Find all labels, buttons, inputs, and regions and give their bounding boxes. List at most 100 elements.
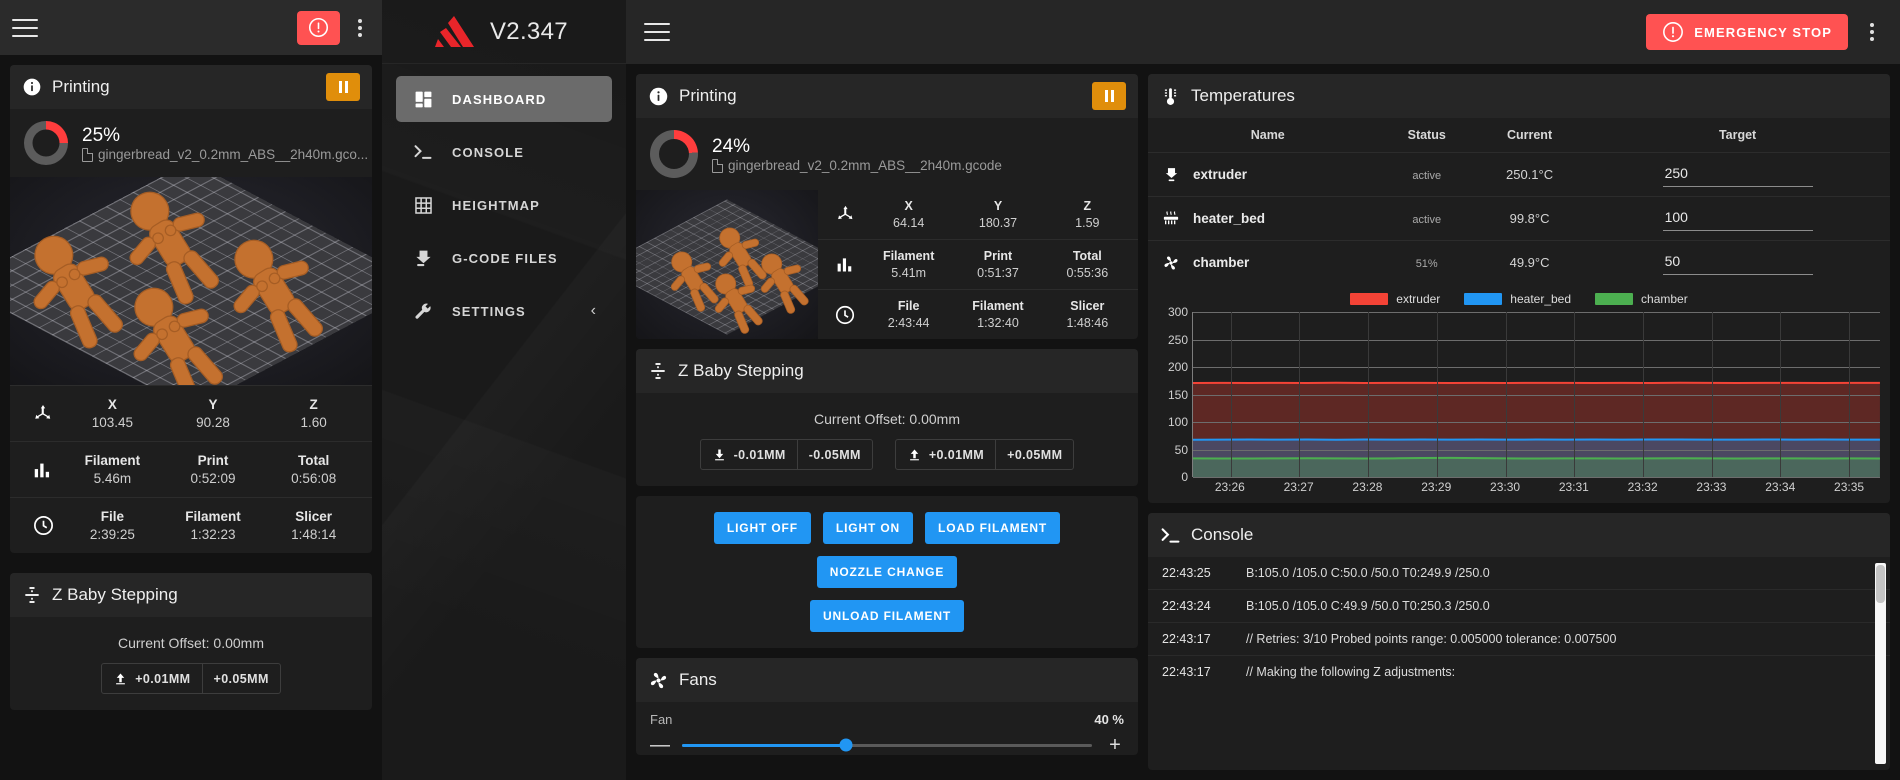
zbaby-card: Z Baby Stepping Current Offset: 0.00mm -… bbox=[636, 349, 1138, 486]
fans-header: Fans bbox=[636, 658, 1138, 702]
console-time: 22:43:17 bbox=[1162, 632, 1211, 646]
light-off-button[interactable]: LIGHT OFF bbox=[713, 512, 811, 544]
chart-gridline bbox=[1193, 422, 1880, 423]
sidebar-item-label: DASHBOARD bbox=[452, 91, 547, 107]
sidebar-item-gcode-files[interactable]: G-CODE FILES bbox=[396, 235, 612, 281]
temp-name-cell: heater_bed bbox=[1162, 210, 1373, 228]
console-output[interactable]: 22:43:25 B:105.0 /105.0 C:50.0 /50.0 T0:… bbox=[1148, 557, 1890, 770]
macro-row-1: LIGHT OFF LIGHT ON LOAD FILAMENT NOZZLE … bbox=[648, 512, 1126, 588]
chart-gridline bbox=[1193, 367, 1880, 368]
fan-slider-knob[interactable] bbox=[839, 738, 853, 752]
console-message: // Making the following Z adjustments: bbox=[1246, 665, 1456, 679]
stat-value: 1:48:46 bbox=[1066, 316, 1109, 330]
stat-value: 1:32:23 bbox=[190, 527, 236, 542]
stat-label: Total bbox=[298, 453, 330, 468]
z-up-001-label: +0.01MM bbox=[928, 447, 985, 462]
mobile-printing-header: Printing bbox=[10, 65, 372, 109]
stat-label: Total bbox=[1072, 249, 1102, 263]
chart-x-tick: 23:35 bbox=[1834, 480, 1865, 494]
load-filament-button[interactable]: LOAD FILAMENT bbox=[925, 512, 1061, 544]
heater-bed-target-input[interactable] bbox=[1662, 206, 1813, 231]
console-message: B:105.0 /105.0 C:49.9 /50.0 T0:250.3 /25… bbox=[1246, 599, 1490, 613]
chevron-left-icon[interactable]: ‹ bbox=[591, 302, 596, 320]
emergency-stop-button-mobile[interactable] bbox=[297, 10, 340, 45]
printing-card: Printing 24% gingerbread_v2_0.2mm_ABS__2… bbox=[636, 74, 1138, 339]
stat-label: Z bbox=[309, 397, 318, 412]
sidebar-item-settings[interactable]: SETTINGS ‹ bbox=[396, 288, 612, 334]
temperatures-card: Temperatures Name Status Current Target bbox=[1148, 74, 1890, 503]
kebab-menu-icon[interactable] bbox=[1862, 19, 1882, 45]
pause-button-mobile[interactable] bbox=[326, 73, 360, 101]
file-icon bbox=[82, 147, 93, 162]
chart-gridline bbox=[1193, 394, 1880, 396]
gcode-viewer-mobile[interactable] bbox=[10, 177, 372, 385]
console-header: Console bbox=[1148, 513, 1890, 557]
fan-slider-track[interactable] bbox=[682, 738, 1092, 752]
filename: gingerbread_v2_0.2mm_ABS__2h40m.gcode bbox=[728, 158, 1002, 174]
nozzle-change-button[interactable]: NOZZLE CHANGE bbox=[816, 556, 958, 588]
stat-value: 0:51:37 bbox=[977, 266, 1019, 280]
z-down-001-button[interactable]: -0.01MM bbox=[701, 440, 797, 469]
chart-grid bbox=[1192, 312, 1880, 478]
sidebar-item-label: G-CODE FILES bbox=[452, 250, 558, 266]
console-scrollbar-thumb[interactable] bbox=[1876, 565, 1885, 603]
brand-header: V2.347 bbox=[382, 0, 626, 64]
chamber-target-input[interactable] bbox=[1662, 250, 1813, 275]
legend-swatch bbox=[1464, 293, 1503, 305]
temperatures-header: Temperatures bbox=[1148, 74, 1890, 118]
chart-vertical-gridline bbox=[1505, 312, 1507, 477]
chart-x-tick: 23:34 bbox=[1765, 480, 1796, 494]
chart-bar-icon bbox=[24, 459, 62, 481]
clock-icon bbox=[24, 514, 62, 537]
hamburger-icon[interactable] bbox=[12, 18, 38, 37]
plus-icon[interactable]: + bbox=[1106, 735, 1124, 755]
chart-legend: extruder heater_bed chamber bbox=[1158, 292, 1880, 306]
light-on-button[interactable]: LIGHT ON bbox=[822, 512, 914, 544]
z-down-001-label: -0.01MM bbox=[733, 447, 786, 462]
console-time: 22:43:25 bbox=[1162, 566, 1211, 580]
z-up-001-button[interactable]: +0.01MM bbox=[102, 664, 201, 693]
console-message: B:105.0 /105.0 C:50.0 /50.0 T0:249.9 /25… bbox=[1246, 566, 1490, 580]
sidebar-item-heightmap[interactable]: HEIGHTMAP bbox=[396, 182, 612, 228]
table-row: File 2:39:25 Filament 1:32:23 Slicer 1:48:1… bbox=[10, 497, 372, 553]
console-scrollbar[interactable] bbox=[1875, 563, 1886, 764]
legend-chamber[interactable]: chamber bbox=[1595, 292, 1688, 306]
temp-name-cell: chamber bbox=[1162, 254, 1373, 272]
chart-plot: 0 50 100 150 200 250 300 bbox=[1158, 305, 1880, 484]
mobile-offset-text: Current Offset: 0.00mm bbox=[117, 635, 264, 651]
z-up-005-button[interactable]: +0.05MM bbox=[995, 440, 1073, 469]
unload-filament-button[interactable]: UNLOAD FILAMENT bbox=[809, 600, 965, 632]
arrow-up-icon bbox=[116, 673, 126, 685]
hamburger-icon[interactable] bbox=[644, 23, 670, 41]
legend-heater-bed[interactable]: heater_bed bbox=[1464, 292, 1571, 306]
stat-cell: File 2:43:44 bbox=[864, 299, 953, 330]
legend-extruder[interactable]: extruder bbox=[1350, 292, 1440, 306]
stat-label: Slicer bbox=[295, 509, 333, 524]
z-down-005-button[interactable]: -0.05MM bbox=[796, 440, 872, 469]
z-up-001-button[interactable]: +0.01MM bbox=[896, 440, 995, 469]
sidebar-item-dashboard[interactable]: DASHBOARD bbox=[396, 76, 612, 122]
stat-value: 1.60 bbox=[300, 415, 327, 430]
fan-name: Fan bbox=[650, 712, 673, 727]
bed-heater-icon bbox=[1162, 210, 1180, 228]
sidebar-item-label: SETTINGS bbox=[452, 303, 526, 319]
fan-slider[interactable]: — + bbox=[650, 735, 1124, 755]
sidebar-item-console[interactable]: CONSOLE bbox=[396, 129, 612, 175]
arrow-down-icon bbox=[714, 449, 724, 461]
pause-button[interactable] bbox=[1092, 82, 1126, 110]
version-label: V2.347 bbox=[490, 17, 568, 45]
gcode-viewer[interactable] bbox=[636, 190, 818, 339]
z-up-005-button[interactable]: +0.05MM bbox=[201, 664, 280, 693]
fan-slider-fill bbox=[682, 743, 846, 747]
emergency-stop-button[interactable]: EMERGENCY STOP bbox=[1646, 14, 1848, 50]
extruder-target-input[interactable] bbox=[1662, 162, 1813, 187]
model-group bbox=[10, 177, 372, 385]
kebab-menu-icon[interactable] bbox=[350, 15, 370, 41]
topbar: EMERGENCY STOP bbox=[626, 0, 1900, 64]
minus-icon[interactable]: — bbox=[650, 735, 670, 755]
mobile-preview-panel: Printing 25% gingerbread_v2_0.2mm_ABS__2… bbox=[0, 0, 382, 780]
col-target: Target bbox=[1718, 128, 1757, 142]
fan-control-row: Fan 40 % — + bbox=[636, 702, 1138, 755]
terminal-icon bbox=[412, 142, 434, 162]
mobile-progress-text: 25% gingerbread_v2_0.2mm_ABS__2h40m.gco.… bbox=[82, 124, 368, 162]
